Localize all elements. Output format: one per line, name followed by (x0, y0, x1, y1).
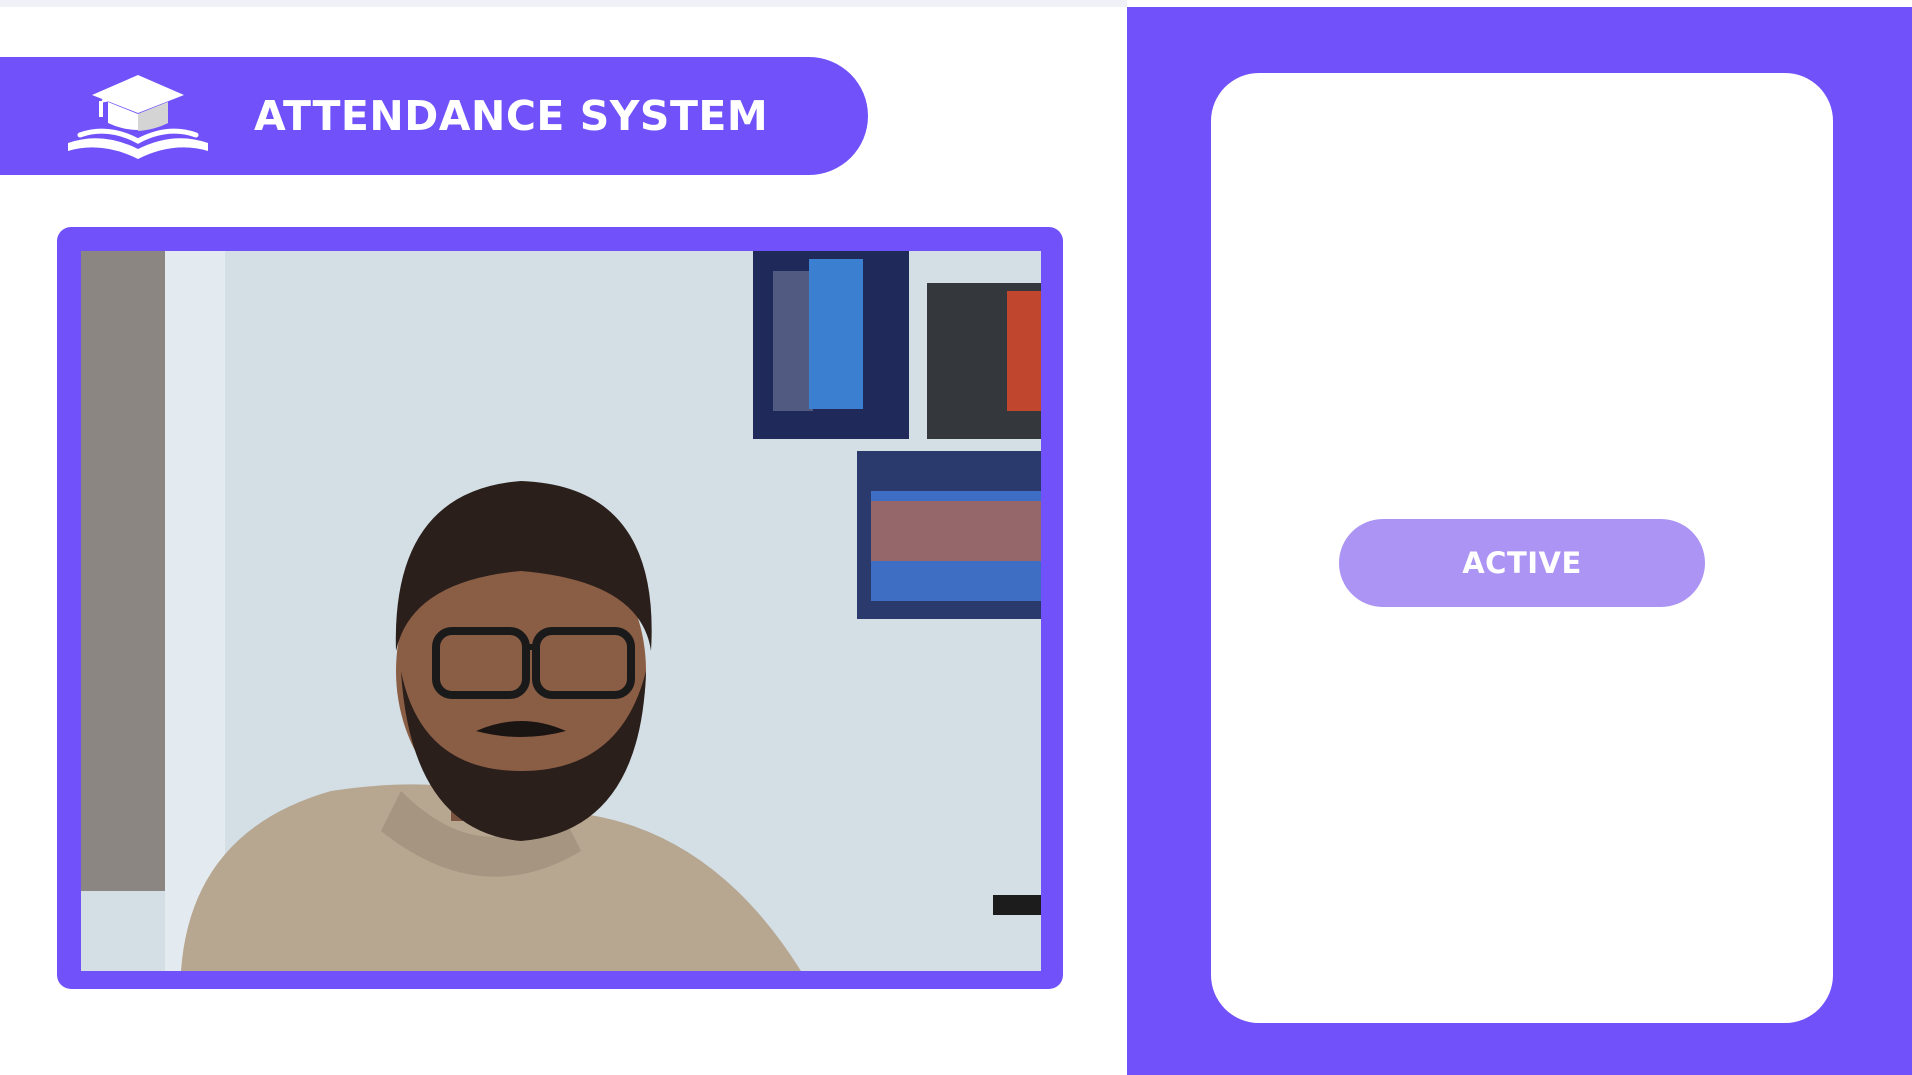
top-strip (0, 0, 1127, 7)
status-card: ACTIVE (1211, 73, 1833, 1023)
graduation-cap-book-icon (62, 71, 214, 161)
app-title: ATTENDANCE SYSTEM (254, 92, 769, 140)
header-banner: ATTENDANCE SYSTEM (0, 57, 868, 175)
webcam-feed-image (81, 251, 1041, 971)
app-window: ATTENDANCE SYSTEM ACTIVE (0, 0, 1912, 1075)
status-badge: ACTIVE (1339, 519, 1705, 607)
status-panel: ACTIVE (1127, 7, 1912, 1075)
camera-frame (57, 227, 1063, 989)
